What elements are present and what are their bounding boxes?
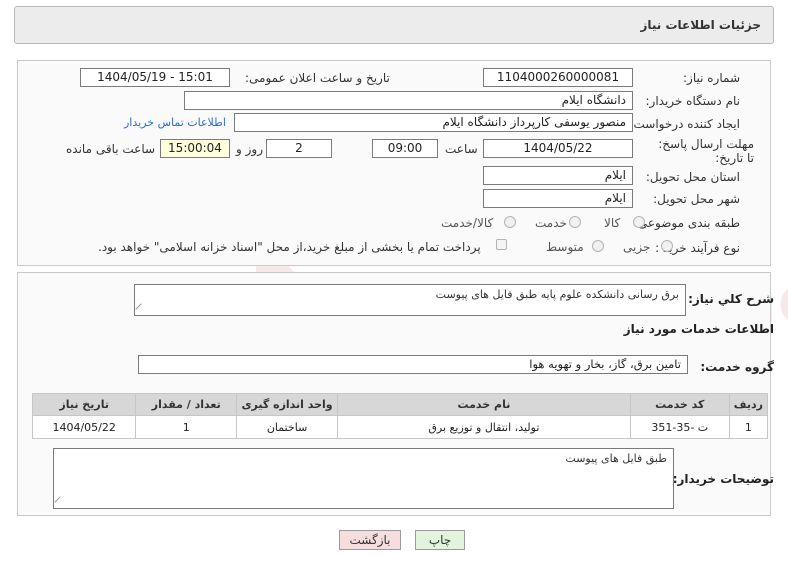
col-row: ردیف (728, 393, 769, 416)
col-quantity: تعداد / مقدار (135, 393, 238, 416)
days-label: روز و (236, 142, 263, 156)
col-need-date: تاریخ نیاز (31, 393, 137, 416)
cell-row: 1 (728, 415, 769, 439)
col-unit: واحد اندازه گیری (236, 393, 339, 416)
announce-datetime-label: تاریخ و ساعت اعلان عمومی: (245, 71, 390, 85)
buyer-notes-text: طبق فایل های پیوست (565, 452, 667, 465)
buyer-notes-textarea[interactable]: طبق فایل های پیوست (53, 448, 674, 509)
deadline-label: مهلت ارسال پاسخ: تا تاریخ: (658, 137, 754, 165)
category-option-goods-service: کالا/خدمت (441, 216, 494, 230)
services-table-header: ردیف کد خدمت نام خدمت واحد اندازه گیری ت… (31, 393, 769, 416)
col-service-name: نام خدمت (337, 393, 631, 416)
province-label: استان محل تحویل: (645, 170, 740, 184)
print-button[interactable]: چاپ (415, 530, 465, 550)
buyer-org-field: دانشگاه ایلام (184, 91, 633, 110)
buyer-org-label: نام دستگاه خریدار: (645, 94, 741, 108)
deadline-date-field: 1404/05/22 (483, 139, 633, 158)
summary-textarea[interactable]: برق رسانی دانشکده علوم پایه طبق فایل های… (134, 284, 686, 316)
table-row: 1 ت -35-351 تولید، انتقال و توزیع برق سا… (31, 415, 769, 439)
category-option-goods: کالا (604, 216, 621, 230)
resize-grip-icon[interactable] (135, 303, 147, 315)
creator-label: ایجاد کننده درخواست: (629, 117, 740, 131)
treasury-payment-note: پرداخت تمام یا بخشی از مبلغ خرید،از محل … (98, 240, 481, 254)
cell-unit: ساختمان (236, 415, 339, 439)
province-field: ایلام (483, 166, 633, 185)
resize-grip-icon[interactable] (54, 496, 66, 508)
services-table: ردیف کد خدمت نام خدمت واحد اندازه گیری ت… (31, 393, 769, 439)
cell-need-date: 1404/05/22 (31, 415, 137, 439)
services-section-title: اطلاعات خدمات مورد نیاز (623, 322, 774, 336)
page-header: جزئیات اطلاعات نیاز (14, 6, 774, 44)
city-field: ایلام (483, 189, 633, 208)
process-option-minor: جزیی (623, 240, 651, 254)
cell-quantity: 1 (135, 415, 238, 439)
buyer-contact-link[interactable]: اطلاعات تماس خریدار (124, 116, 226, 129)
category-option-service: خدمت (535, 216, 567, 230)
announce-datetime-field: 1404/05/19 - 15:01 (80, 68, 230, 87)
service-group-field: تامین برق، گاز، بخار و تهویه هوا (138, 355, 688, 374)
category-label: طبقه بندی موضوعی: (633, 216, 740, 230)
category-radio-goods[interactable] (633, 216, 645, 228)
category-radio-goods-service[interactable] (504, 216, 516, 228)
deadline-time-label: ساعت (445, 142, 478, 156)
category-radio-service[interactable] (569, 216, 581, 228)
creator-field: منصور یوسفی کارپرداز دانشگاه ایلام (234, 113, 633, 132)
cell-service-code: ت -35-351 (629, 415, 730, 439)
deadline-time-field: 09:00 (372, 139, 438, 158)
days-remaining-field: 2 (266, 139, 332, 158)
back-button[interactable]: بازگشت (339, 530, 401, 550)
page-title: جزئیات اطلاعات نیاز (640, 18, 761, 32)
cell-service-name: تولید، انتقال و توزیع برق (337, 415, 631, 439)
remaining-time-field: 15:00:04 (160, 139, 230, 158)
summary-label: شرح کلي نياز: (688, 292, 774, 306)
process-radio-minor[interactable] (661, 240, 673, 252)
city-label: شهر محل تحویل: (653, 192, 740, 206)
need-number-label: شماره نیاز: (683, 71, 740, 85)
process-option-medium: متوسط (546, 240, 584, 254)
summary-text: برق رسانی دانشکده علوم پایه طبق فایل های… (435, 288, 679, 301)
remaining-time-label: ساعت باقی مانده (66, 142, 156, 156)
col-service-code: کد خدمت (629, 393, 730, 416)
process-radio-medium[interactable] (592, 240, 604, 252)
buyer-notes-label: توضیحات خریدار: (672, 472, 774, 486)
service-group-label: گروه خدمت: (700, 360, 774, 374)
need-number-field: 1104000260000081 (483, 68, 633, 87)
treasury-payment-checkbox[interactable] (496, 239, 507, 250)
